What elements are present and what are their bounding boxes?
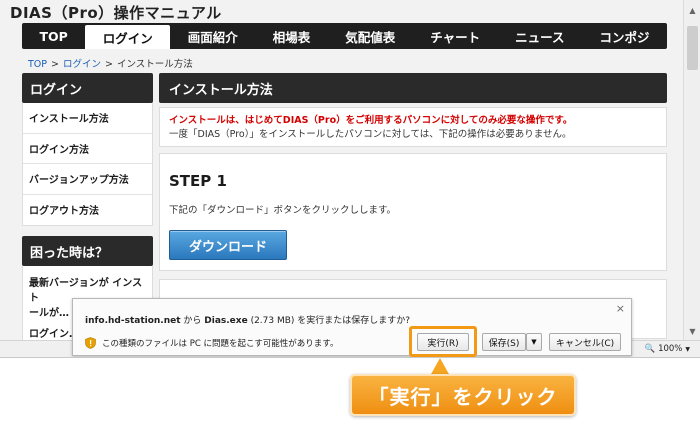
nav-item-composite[interactable]: コンポジ xyxy=(582,23,667,49)
nav-item-top[interactable]: TOP xyxy=(22,23,85,49)
notice-plain-text: 一度「DIAS（Pro）」をインストールしたパソコンに対しては、下記の操作は必要… xyxy=(169,129,572,140)
download-size-text: (2.73 MB) を実行または保存しますか? xyxy=(247,316,411,326)
breadcrumb-current: インストール方法 xyxy=(116,59,193,70)
zoom-icon: 🔍 xyxy=(644,344,656,354)
zoom-level: 100% xyxy=(658,344,683,354)
download-button[interactable]: ダウンロード xyxy=(169,230,287,260)
nav-item-news[interactable]: ニュース xyxy=(498,23,582,49)
step-text: 下記の「ダウンロード」ボタンをクリックしします。 xyxy=(169,205,397,216)
download-file-name: Dias.exe xyxy=(204,316,248,326)
step-title: STEP 1 xyxy=(169,172,227,190)
page-title: インストール方法 xyxy=(159,73,667,103)
sidebar-heading-login: ログイン xyxy=(22,73,153,103)
top-nav: TOP ログイン 画面紹介 相場表 気配値表 チャート ニュース コンポジ xyxy=(22,23,667,49)
run-button[interactable]: 実行(R) xyxy=(417,333,469,351)
nav-item-login[interactable]: ログイン xyxy=(85,25,171,49)
zoom-control[interactable]: 🔍 100% ▼ xyxy=(644,344,690,354)
browser-viewport: DIAS（Pro）操作マニュアル TOP ログイン 画面紹介 相場表 気配値表 … xyxy=(0,0,700,358)
instruction-callout: 「実行」をクリック xyxy=(350,374,576,416)
download-warning-text: この種類のファイルは PC に問題を起こす可能性があります。 xyxy=(102,339,339,349)
breadcrumb-top-link[interactable]: TOP xyxy=(28,59,47,70)
sidebar-item-login-method[interactable]: ログイン方法 xyxy=(23,134,152,164)
shield-warning-icon xyxy=(85,337,96,349)
close-icon[interactable]: × xyxy=(616,302,625,315)
scroll-thumb[interactable] xyxy=(687,26,698,70)
nav-item-chart[interactable]: チャート xyxy=(413,23,498,49)
scroll-up-arrow-icon[interactable]: ▲ xyxy=(686,4,699,17)
breadcrumb-separator: > xyxy=(105,59,113,70)
nav-item-screens[interactable]: 画面紹介 xyxy=(170,23,255,49)
sidebar-item-install[interactable]: インストール方法 xyxy=(23,103,152,134)
breadcrumb: TOP > ログイン > インストール方法 xyxy=(28,56,193,70)
sidebar-item-logout[interactable]: ログアウト方法 xyxy=(23,195,152,226)
save-button[interactable]: 保存(S) xyxy=(482,333,526,351)
sidebar-list: インストール方法 ログイン方法 バージョンアップ方法 ログアウト方法 xyxy=(22,103,153,226)
site-title: DIAS（Pro）操作マニュアル xyxy=(10,4,222,22)
download-prompt-text: info.hd-station.net から Dias.exe (2.73 MB… xyxy=(85,313,410,326)
sidebar-heading-trouble: 困った時は？ xyxy=(22,236,153,266)
cancel-button[interactable]: キャンセル(C) xyxy=(549,333,621,351)
breadcrumb-separator: > xyxy=(51,59,59,70)
chevron-down-icon: ▼ xyxy=(685,345,690,353)
download-warning: この種類のファイルは PC に問題を起こす可能性があります。 xyxy=(85,337,338,349)
download-notification-bar: × info.hd-station.net から Dias.exe (2.73 … xyxy=(72,298,632,357)
breadcrumb-login-link[interactable]: ログイン xyxy=(63,59,101,70)
save-options-chevron-icon[interactable]: ▼ xyxy=(526,333,542,351)
download-host: info.hd-station.net xyxy=(85,316,181,326)
scroll-down-arrow-icon[interactable]: ▼ xyxy=(686,325,699,338)
notice-red-text: インストールは、はじめてDIAS（Pro）をご利用するパソコンに対してのみ必要な… xyxy=(169,115,573,126)
vertical-scrollbar[interactable]: ▲ ▼ xyxy=(683,0,700,340)
sidebar-item-version-up[interactable]: バージョンアップ方法 xyxy=(23,164,152,195)
notice-box: インストールは、はじめてDIAS（Pro）をご利用するパソコンに対してのみ必要な… xyxy=(159,107,667,147)
download-from: から xyxy=(180,316,205,326)
nav-item-quote-board[interactable]: 気配値表 xyxy=(328,23,413,49)
nav-item-market-table[interactable]: 相場表 xyxy=(255,23,328,49)
step-1-card: STEP 1 下記の「ダウンロード」ボタンをクリックしします。 ダウンロード xyxy=(159,153,667,271)
